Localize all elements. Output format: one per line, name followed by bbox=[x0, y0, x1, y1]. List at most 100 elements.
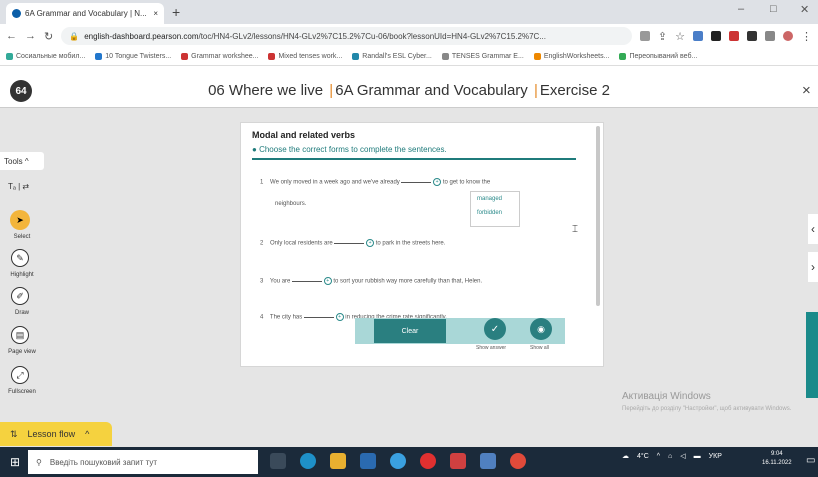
lock-icon: 🔒 bbox=[69, 31, 80, 41]
divider bbox=[252, 158, 576, 160]
weather-icon[interactable]: ☁ bbox=[622, 452, 629, 460]
answer-dropdown[interactable]: managed forbidden bbox=[470, 191, 520, 227]
select-label: Select bbox=[13, 234, 31, 240]
windows-activation-text: Перейдіть до розділу "Настройки", щоб ак… bbox=[622, 406, 792, 412]
previous-page-button[interactable]: ‹ bbox=[808, 214, 818, 244]
new-tab-button[interactable]: + bbox=[172, 4, 180, 20]
app-icon[interactable] bbox=[480, 453, 496, 469]
sidebar-icon[interactable] bbox=[765, 31, 775, 41]
page-title: 06 Where we live | 6A Grammar and Vocabul… bbox=[0, 82, 818, 99]
dropdown-icon[interactable]: + bbox=[366, 239, 375, 247]
bookmark-item[interactable]: 10 Tongue Twisters... bbox=[95, 53, 171, 60]
answer-blank[interactable] bbox=[401, 181, 432, 183]
maximize-icon[interactable]: □ bbox=[770, 3, 777, 15]
language-indicator[interactable]: УКР bbox=[709, 453, 722, 460]
bookmarks-bar: Сосиальные мобил... 10 Tongue Twisters..… bbox=[0, 48, 818, 66]
lesson-flow-label: Lesson flow bbox=[27, 429, 76, 439]
card-scrollbar[interactable] bbox=[596, 126, 600, 306]
lesson-flow-icon: ⇅ bbox=[10, 428, 18, 439]
edge-icon[interactable] bbox=[300, 453, 316, 469]
network-icon[interactable]: ⌂ bbox=[668, 453, 672, 460]
select-tool-icon[interactable]: ➤ bbox=[10, 210, 30, 230]
fullscreen-label: Fullscreen bbox=[8, 389, 36, 395]
exercise-heading: Modal and related verbs bbox=[252, 130, 356, 140]
url-path: /toc/HN4-GLv2/lessons/HN4-GLv2%7C15.2%7C… bbox=[198, 31, 546, 41]
fullscreen-icon[interactable]: ⤢ bbox=[11, 366, 29, 384]
chrome-icon[interactable] bbox=[510, 453, 526, 469]
clear-button[interactable]: Clear bbox=[374, 319, 446, 343]
windows-start-icon[interactable]: ⊞ bbox=[10, 455, 20, 469]
bookmark-item[interactable]: EnglishWorksheets... bbox=[533, 53, 609, 60]
close-exercise-button[interactable]: × bbox=[802, 82, 811, 99]
side-panel-tab[interactable] bbox=[806, 312, 818, 398]
search-placeholder: Введіть пошуковий запит тут bbox=[49, 457, 157, 467]
extensions-puzzle-icon[interactable] bbox=[747, 31, 757, 41]
answer-blank[interactable] bbox=[303, 316, 334, 318]
extension-icon[interactable] bbox=[639, 31, 650, 41]
draw-tool-icon[interactable]: ✐ bbox=[11, 287, 29, 305]
taskbar-search-input[interactable]: ⚲ Введіть пошуковий запит тут bbox=[28, 450, 258, 474]
tab-close-icon[interactable]: × bbox=[153, 9, 158, 18]
file-explorer-icon[interactable] bbox=[330, 453, 346, 469]
reload-icon[interactable]: ↻ bbox=[44, 30, 53, 43]
answer-blank[interactable] bbox=[334, 242, 365, 244]
question-row: 2 Only local residents are + to park in … bbox=[260, 239, 446, 247]
tools-toggle-button[interactable]: Tools ^ bbox=[0, 152, 44, 170]
bookmark-item[interactable]: Grammar workshee... bbox=[181, 53, 258, 60]
bookmark-item[interactable]: Randall's ESL Cyber... bbox=[352, 53, 432, 60]
bookmark-item[interactable]: Сосиальные мобил... bbox=[6, 53, 85, 60]
question-row: 1 We only moved in a week ago and we've … bbox=[260, 178, 491, 186]
question-row: 3 You are + to sort your rubbish way mor… bbox=[260, 277, 483, 285]
page-view-icon[interactable]: ▤ bbox=[11, 326, 29, 344]
clock-date: 16.11.2022 bbox=[762, 460, 792, 466]
battery-icon[interactable]: ▬ bbox=[694, 453, 701, 460]
dropdown-option[interactable]: forbidden bbox=[471, 206, 519, 220]
dropdown-option[interactable]: managed bbox=[471, 192, 519, 206]
show-all-button[interactable]: ◉ bbox=[530, 318, 552, 340]
tray-chevron-icon[interactable]: ^ bbox=[657, 453, 660, 460]
browser-tab[interactable]: 6A Grammar and Vocabulary | N... × bbox=[6, 3, 164, 24]
profile-avatar[interactable] bbox=[783, 31, 793, 41]
acrobat-icon[interactable] bbox=[450, 453, 466, 469]
forward-icon[interactable]: → bbox=[25, 30, 36, 42]
address-bar[interactable]: 🔒 english-dashboard.pearson.com /toc/HN4… bbox=[61, 27, 632, 45]
draw-label: Draw bbox=[14, 310, 29, 316]
dropdown-icon[interactable]: + bbox=[323, 277, 332, 285]
minimize-icon[interactable]: – bbox=[738, 3, 744, 15]
taskbar-clock[interactable]: 9:04 16.11.2022 bbox=[762, 450, 792, 468]
extension-icon[interactable] bbox=[693, 31, 703, 41]
bookmark-star-icon[interactable]: ☆ bbox=[675, 30, 685, 43]
extension-icon[interactable] bbox=[729, 31, 739, 41]
dropdown-icon[interactable]: + bbox=[433, 178, 442, 186]
lesson-flow-button[interactable]: ⇅ Lesson flow ^ bbox=[0, 422, 112, 446]
app-icon[interactable] bbox=[390, 453, 406, 469]
answer-blank[interactable] bbox=[292, 280, 323, 282]
bookmark-item[interactable]: TENSES Grammar E... bbox=[441, 53, 524, 60]
bookmark-item[interactable]: Mixed tenses work... bbox=[268, 53, 342, 60]
task-view-icon[interactable] bbox=[270, 453, 286, 469]
menu-dots-icon[interactable]: ⋮ bbox=[801, 30, 812, 43]
exercise-instruction: ● Choose the correct forms to complete t… bbox=[252, 145, 447, 154]
store-icon[interactable] bbox=[360, 453, 376, 469]
text-size-icon[interactable]: Tₐ | ⇄ bbox=[8, 182, 29, 191]
title-separator: | bbox=[533, 82, 538, 99]
window-close-icon[interactable]: ✕ bbox=[800, 3, 809, 16]
show-answer-label: Show answer bbox=[476, 345, 507, 351]
extension-icon[interactable] bbox=[711, 31, 721, 41]
tab-title: 6A Grammar and Vocabulary | N... bbox=[25, 9, 147, 18]
title-separator: | bbox=[329, 82, 334, 99]
temperature: 4°C bbox=[637, 452, 649, 460]
dropdown-icon[interactable]: + bbox=[335, 313, 344, 321]
highlight-tool-icon[interactable]: ✎ bbox=[11, 249, 29, 267]
back-icon[interactable]: ← bbox=[6, 30, 17, 42]
next-page-button[interactable]: › bbox=[808, 252, 818, 282]
opera-icon[interactable] bbox=[420, 453, 436, 469]
question-continuation: neighbours. bbox=[275, 201, 307, 207]
share-icon[interactable]: ⇪ bbox=[658, 30, 667, 43]
volume-icon[interactable]: ◁ bbox=[680, 452, 685, 460]
bookmark-item[interactable]: Переопываний веб... bbox=[619, 53, 697, 60]
page-view-label: Page view bbox=[8, 349, 36, 355]
system-tray: ☁ 4°C ^ ⌂ ◁ ▬ УКР bbox=[622, 452, 722, 461]
notifications-icon[interactable]: ▭ bbox=[806, 455, 815, 466]
show-answer-button[interactable]: ✓ bbox=[484, 318, 506, 340]
